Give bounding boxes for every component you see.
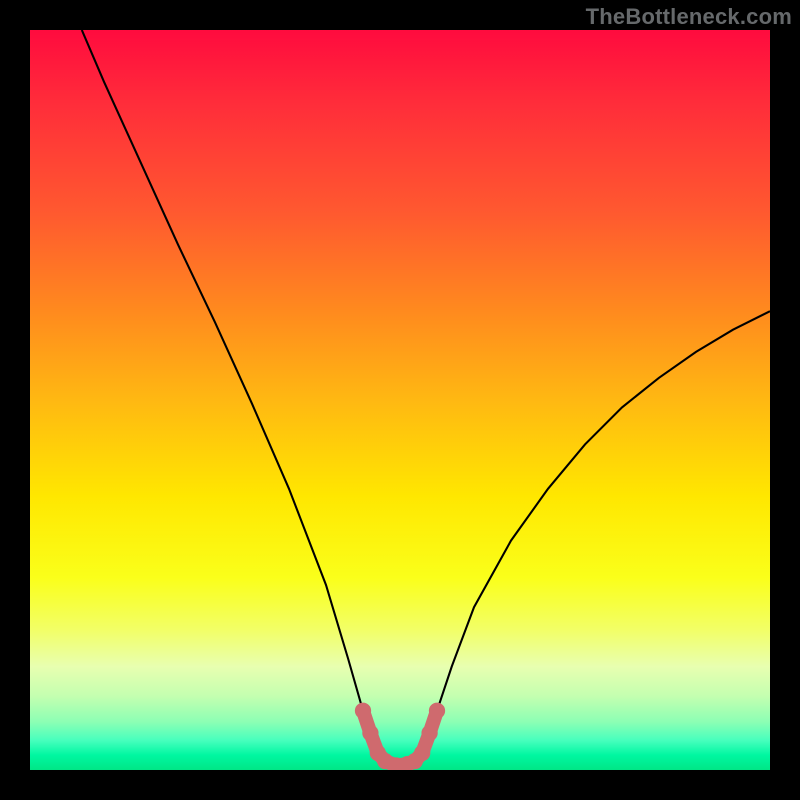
valley-marker: [362, 725, 378, 741]
valley-marker: [355, 703, 371, 719]
watermark-text: TheBottleneck.com: [586, 4, 792, 30]
valley-highlight-markers: [355, 703, 445, 770]
valley-marker: [429, 703, 445, 719]
chart-svg: [30, 30, 770, 770]
plot-area: [30, 30, 770, 770]
valley-marker: [421, 725, 437, 741]
valley-marker: [414, 745, 430, 761]
chart-frame: TheBottleneck.com: [0, 0, 800, 800]
bottleneck-curve-path: [82, 30, 770, 766]
